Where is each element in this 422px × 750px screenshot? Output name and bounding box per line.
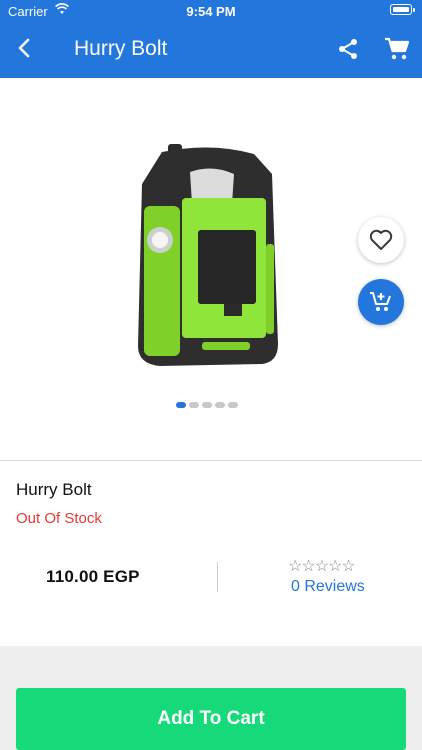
product-name: Hurry Bolt: [16, 480, 92, 499]
add-to-cart-button[interactable]: Add To Cart: [16, 688, 406, 750]
back-arrow-icon[interactable]: [10, 34, 38, 62]
favorite-button[interactable]: [358, 217, 404, 263]
add-to-cart-fab[interactable]: [358, 279, 404, 325]
cart-icon[interactable]: [384, 37, 410, 61]
pagination-dot[interactable]: [189, 402, 199, 408]
reviews-link[interactable]: 0 Reviews: [291, 578, 365, 596]
divider: [217, 562, 218, 592]
add-cart-icon: [370, 292, 391, 311]
page-title: Hurry Bolt: [74, 37, 168, 60]
pagination-dot[interactable]: [228, 402, 238, 408]
rating-stars: ☆☆☆☆☆: [288, 558, 356, 575]
pagination-dot[interactable]: [176, 402, 186, 408]
gallery-pagination[interactable]: [176, 402, 238, 410]
navbar: Hurry Bolt: [0, 22, 422, 78]
product-gallery[interactable]: [0, 78, 422, 460]
stock-status: Out Of Stock: [16, 510, 102, 527]
pagination-dot[interactable]: [215, 402, 225, 408]
status-time: 9:54 PM: [186, 4, 236, 19]
product-price: 110.00 EGP: [46, 567, 140, 586]
app-header: Carrier 9:54 PM Hurry Bolt: [0, 0, 422, 78]
share-icon[interactable]: [336, 37, 360, 61]
battery-icon: [390, 4, 415, 15]
pagination-dot[interactable]: [202, 402, 212, 408]
status-bar: Carrier 9:54 PM: [0, 0, 422, 22]
heart-icon: [369, 229, 393, 250]
divider: [0, 460, 422, 461]
product-image: [138, 144, 278, 366]
